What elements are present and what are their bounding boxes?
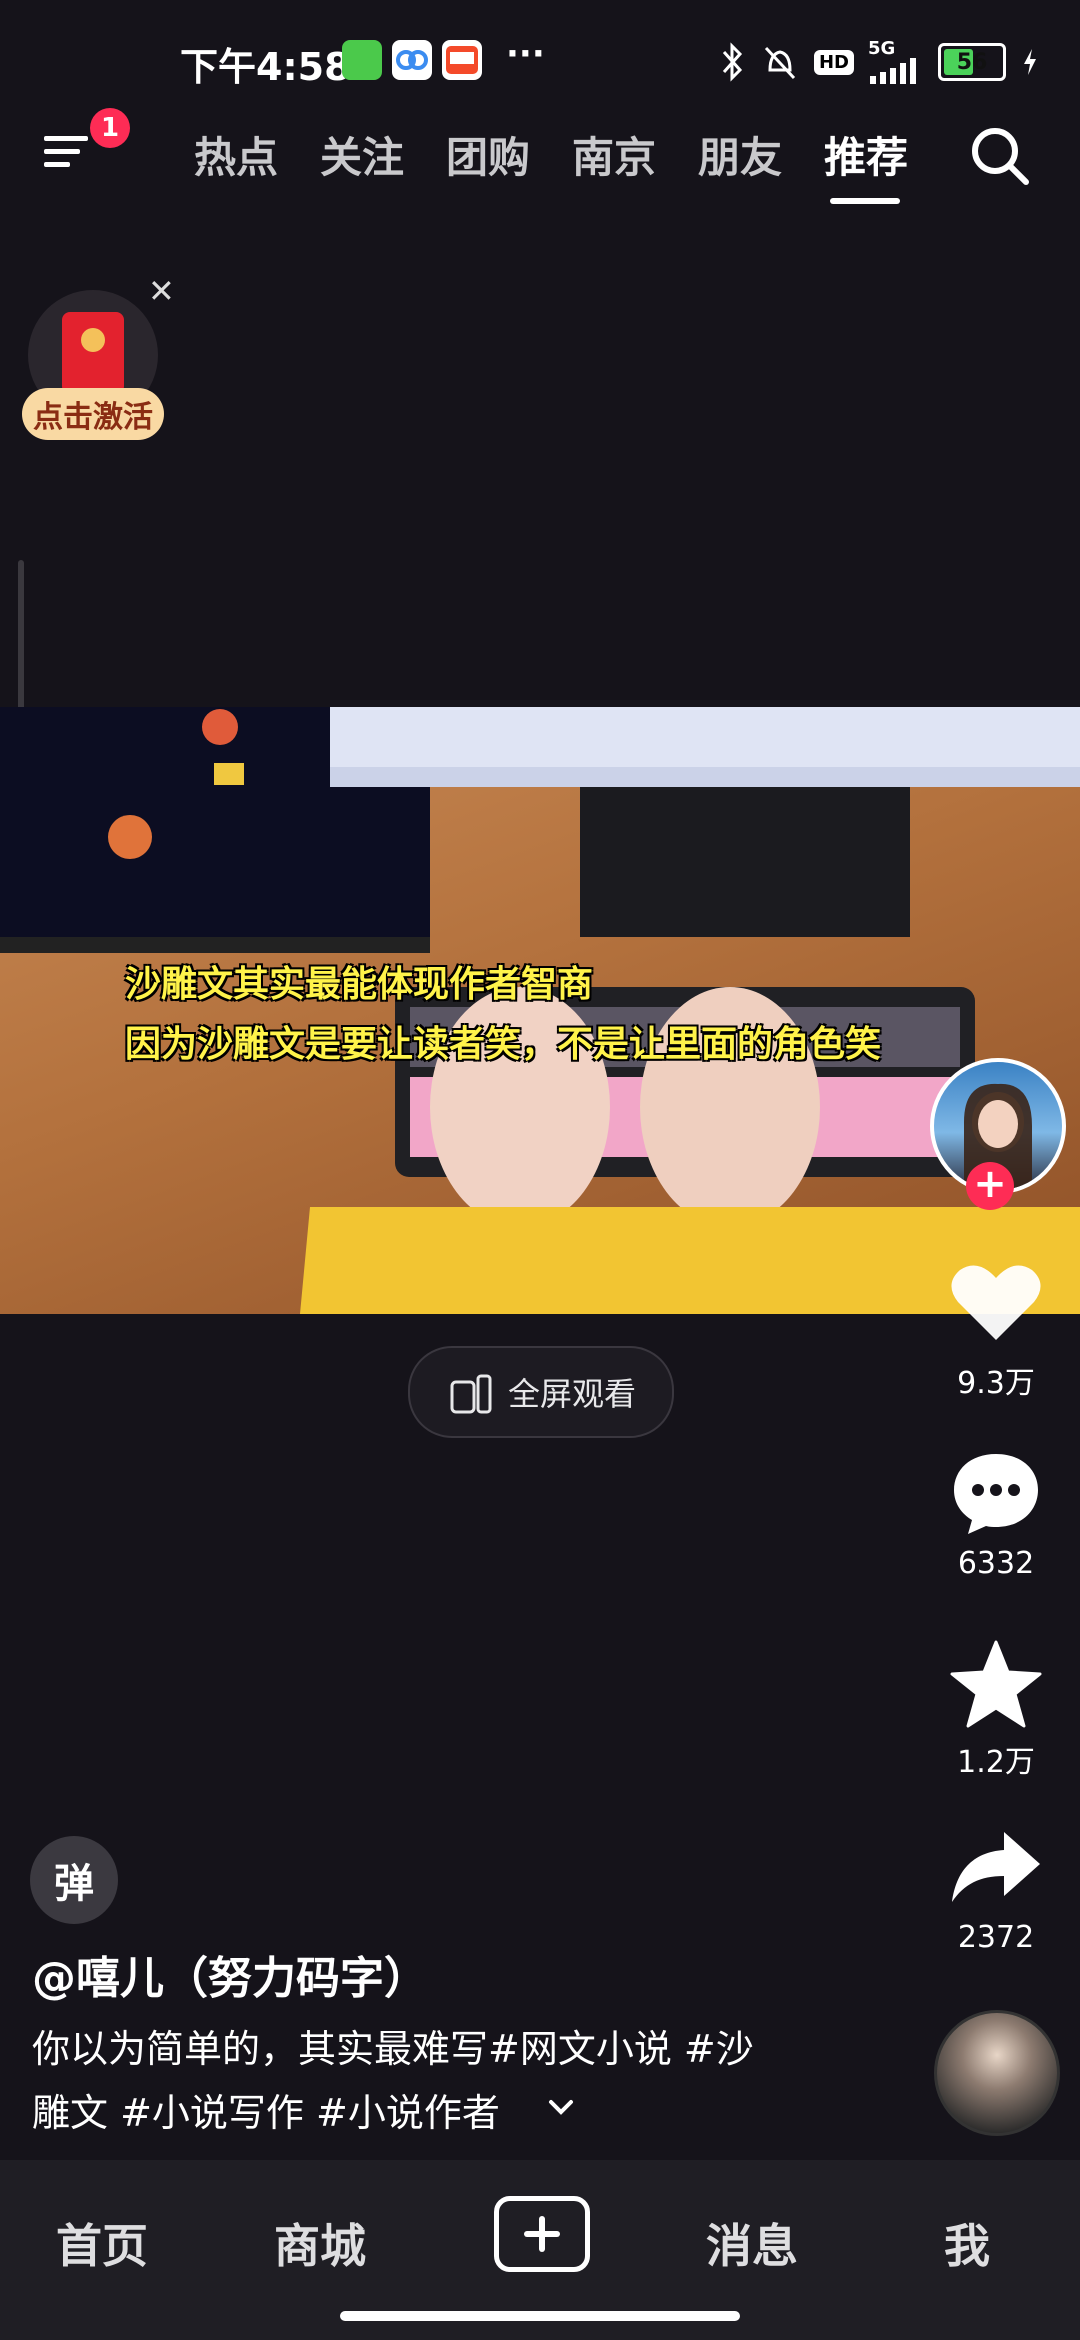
clock: 下午4:58 [180,45,351,89]
battery-icon: 56 [938,43,1006,81]
tab-friends[interactable]: 朋友 [698,124,782,185]
search-icon[interactable] [968,124,1032,188]
nav-mall[interactable]: 商城 [274,2210,366,2276]
bluetooth-icon [722,42,743,82]
video-player[interactable] [0,707,1080,1314]
like-count: 9.3万 [957,1366,1035,1401]
heart-icon [951,1265,1041,1340]
follow-button[interactable]: + [966,1162,1014,1210]
plus-icon [524,2216,560,2252]
share-arrow-icon [952,1832,1040,1902]
signal-icon: 5G [868,40,924,84]
description-line-1[interactable]: 你以为简单的，其实最难写#网文小说 #沙 [32,2018,754,2073]
fullscreen-label: 全屏观看 [507,1375,636,1413]
notification-badge: 1 [90,108,130,148]
subtitle-line-1: 沙雕文其实最能体现作者智商 [125,964,594,1005]
star-icon [950,1640,1042,1728]
mute-bell-icon [764,46,796,80]
comment-count: 6332 [957,1546,1035,1581]
scroll-indicator [18,560,24,720]
nav-messages[interactable]: 消息 [706,2210,798,2276]
description-line-2[interactable]: 雕文 #小说写作 #小说作者 [32,2082,500,2137]
music-disc[interactable] [934,2010,1060,2136]
comment-icon [954,1454,1038,1534]
active-tab-indicator [830,198,900,204]
close-icon[interactable]: ✕ [148,272,175,310]
fullscreen-button[interactable]: 全屏观看 [408,1346,674,1438]
share-button[interactable] [948,1830,1044,1906]
rotate-screen-icon [450,1374,492,1414]
tab-following[interactable]: 关注 [320,124,404,185]
favorite-button[interactable] [948,1640,1044,1728]
author-username[interactable]: @嘻儿（努力码字） [32,1942,428,2006]
tab-recommend[interactable]: 推荐 [824,124,908,185]
app-green-icon [342,40,382,80]
chevron-down-icon[interactable] [548,2098,574,2118]
nav-me[interactable]: 我 [944,2210,990,2276]
network-label: 5G [868,38,896,59]
danmu-label: 弹 [54,1861,94,1907]
status-bar: 下午4:58 ··· HD 5G 56 [0,0,1080,120]
comment-button[interactable] [948,1450,1044,1536]
video-frame [0,707,1080,1314]
create-button[interactable] [494,2196,590,2272]
hd-icon: HD [813,49,854,75]
tab-hot[interactable]: 热点 [194,124,278,185]
share-count: 2372 [957,1920,1035,1955]
app-blue-icon [392,40,432,80]
activate-button[interactable]: 点击激活 [22,388,164,440]
battery-level: 56 [956,49,988,75]
danmu-button[interactable]: 弹 [30,1836,118,1924]
favorite-count: 1.2万 [957,1745,1035,1780]
home-indicator [340,2311,740,2321]
tab-nanjing[interactable]: 南京 [572,124,656,185]
status-right: HD 5G 56 [720,34,1040,90]
more-dots-icon: ··· [506,34,545,74]
subtitle-line-2: 因为沙雕文是要让读者笑，不是让里面的角色笑 [125,1024,882,1065]
like-button[interactable] [948,1262,1044,1344]
app-58-icon [442,40,482,80]
charging-icon [1024,49,1036,75]
tab-group-buy[interactable]: 团购 [446,124,530,185]
nav-home[interactable]: 首页 [56,2210,148,2276]
top-nav [0,120,1080,230]
menu-icon[interactable] [44,132,94,172]
